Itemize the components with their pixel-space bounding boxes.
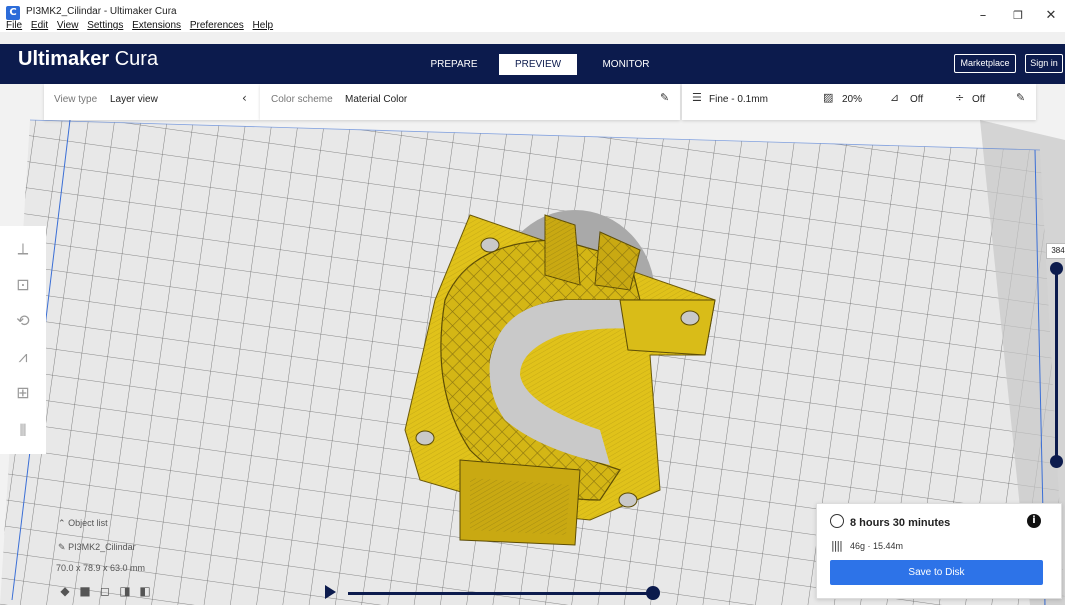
save-to-disk-button[interactable]: Save to Disk [830,560,1043,585]
support-value[interactable]: Off [910,94,923,105]
top-view-icon[interactable]: ◻ [98,584,112,598]
profile-value[interactable]: Fine - 0.1mm [709,94,768,105]
object-list-toggle[interactable]: ⌃ Object list [58,518,108,529]
cura-window: C PI3MK2_Cilindar - Ultimaker Cura File … [0,0,1065,605]
pencil-icon[interactable]: ✎ [660,91,669,104]
sign-in-button[interactable]: Sign in [1025,54,1063,73]
color-scheme-label: Color scheme [271,94,333,105]
menu-settings[interactable]: Settings [87,20,123,31]
info-icon[interactable]: i [1027,514,1041,528]
title-bar: C PI3MK2_Cilindar - Ultimaker Cura File … [0,0,1065,32]
collapse-chevron-icon[interactable]: ‹ [242,91,247,105]
tab-prepare[interactable]: PREPARE [420,54,488,75]
menu-edit[interactable]: Edit [31,20,48,31]
ultimaker-cura-logo: Ultimaker Cura [18,48,159,70]
marketplace-button[interactable]: Marketplace [954,54,1016,73]
front-view-icon[interactable]: ■ [78,584,92,598]
rotate-tool-icon[interactable]: ⟲ [12,310,34,332]
close-button[interactable]: ✕ [1033,4,1065,28]
layer-number-field[interactable]: 384 [1046,243,1065,259]
object-name-row[interactable]: ✎ PI3MK2_Cilindar [58,542,136,553]
filament-icon: |||| [831,539,843,552]
tab-preview[interactable]: PREVIEW [499,54,577,75]
object-list-label: Object list [68,518,108,528]
3d-view-icon[interactable]: ◆ [58,584,72,598]
clock-icon [830,514,844,528]
menu-help[interactable]: Help [253,20,274,31]
left-toolbar: ⟂ ⊡ ⟲ ⩘ ⊞ ⫴ [0,226,46,454]
left-view-icon[interactable]: ◨ [118,584,132,598]
layer-slider-track[interactable] [1055,268,1058,462]
menu-extensions[interactable]: Extensions [132,20,181,31]
simulation-slider-handle[interactable] [646,586,660,600]
menu-bar: File Edit View Settings Extensions Prefe… [6,20,279,31]
adhesion-icon: ÷ [955,91,965,104]
edit-pencil-icon: ✎ [58,542,66,552]
object-dimensions: 70.0 x 78.9 x 63.0 mm [56,563,146,573]
adhesion-value[interactable]: Off [972,94,985,105]
settings-pencil-icon[interactable]: ✎ [1016,91,1025,104]
infill-icon: ▨ [823,91,834,104]
play-simulation-icon[interactable] [325,585,336,599]
menu-preferences[interactable]: Preferences [190,20,244,31]
menu-file[interactable]: File [6,20,22,31]
view-type-label: View type [54,94,98,105]
tab-monitor[interactable]: MONITOR [592,54,660,75]
material-usage: 46g · 15.44m [850,541,904,551]
support-icon: ⊿ [890,91,900,104]
window-title: PI3MK2_Cilindar - Ultimaker Cura [26,6,177,17]
object-name: PI3MK2_Cilindar [68,542,136,552]
menu-view[interactable]: View [57,20,79,31]
mirror-tool-icon[interactable]: ⩘ [12,346,34,368]
scale-tool-icon[interactable]: ⊡ [12,274,34,296]
infill-value[interactable]: 20% [842,94,862,105]
layer-slider-bottom-handle[interactable] [1050,455,1063,468]
print-time: 8 hours 30 minutes [850,517,951,529]
simulation-slider-track[interactable] [348,592,654,595]
chevron-up-icon: ⌃ [58,518,66,528]
move-tool-icon[interactable]: ⟂ [12,238,34,260]
cura-app-icon: C [6,6,20,20]
maximize-button[interactable]: ❐ [1000,4,1036,28]
support-blocker-icon[interactable]: ⫴ [12,420,34,442]
layer-slider-top-handle[interactable] [1050,262,1063,275]
profile-icon: ☰ [692,91,702,104]
minimize-button[interactable]: – [965,4,1001,28]
per-model-settings-icon[interactable]: ⊞ [12,382,34,404]
color-scheme-value[interactable]: Material Color [345,94,407,105]
view-type-value[interactable]: Layer view [110,94,158,105]
right-view-icon[interactable]: ◧ [138,584,152,598]
